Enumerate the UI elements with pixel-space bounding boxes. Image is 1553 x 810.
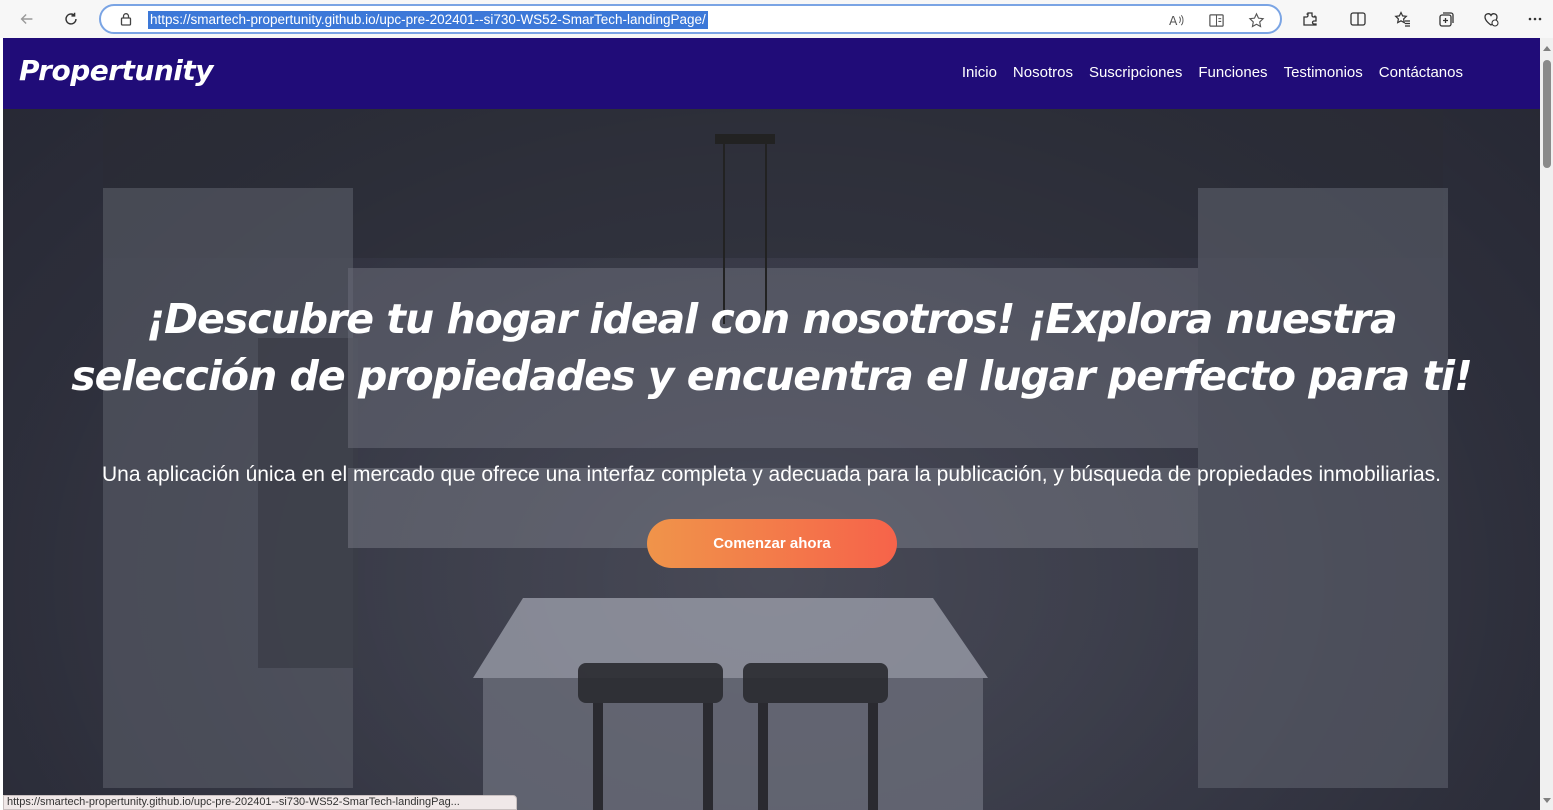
split-screen-button[interactable] (1348, 9, 1368, 29)
kitchen-background-image (3, 108, 1540, 810)
hero-subtitle: Una aplicación única en el mercado que o… (101, 463, 1442, 486)
svg-text:A: A (1168, 14, 1177, 28)
nav-link-nosotros[interactable]: Nosotros (1013, 64, 1073, 81)
site-navbar: Propertunity Inicio Nosotros Suscripcion… (3, 38, 1540, 109)
brand-logo[interactable]: Propertunity (19, 54, 214, 87)
read-aloud-button[interactable]: A (1167, 11, 1185, 29)
favorites-icon (1394, 11, 1410, 27)
more-button[interactable] (1525, 9, 1545, 29)
more-icon (1528, 17, 1542, 21)
refresh-icon (65, 12, 77, 25)
nav-link-testimonios[interactable]: Testimonios (1284, 64, 1363, 81)
hero-section: Propertunity Inicio Nosotros Suscripcion… (3, 38, 1540, 810)
scroll-thumb[interactable] (1543, 60, 1551, 168)
immersive-reader-icon (1208, 13, 1224, 27)
nav-link-contactanos[interactable]: Contáctanos (1379, 64, 1463, 81)
back-button[interactable] (11, 3, 43, 35)
copilot-icon (1484, 13, 1499, 27)
scroll-down-arrow[interactable] (1543, 798, 1551, 803)
nav-menu: Inicio Nosotros Suscripciones Funciones … (962, 64, 1463, 81)
page-viewport: Propertunity Inicio Nosotros Suscripcion… (3, 38, 1540, 810)
extensions-icon (1303, 12, 1317, 26)
collections-icon (1439, 12, 1454, 27)
copilot-button[interactable] (1481, 9, 1501, 29)
hero-title: ¡Descubre tu hogar ideal con nosotros! ¡… (71, 295, 1473, 400)
favorite-star-icon (1248, 12, 1264, 28)
scroll-up-arrow[interactable] (1543, 46, 1551, 51)
split-screen-icon (1350, 12, 1366, 26)
browser-toolbar: https://smartech-propertunity.github.io/… (0, 0, 1553, 38)
collections-button[interactable] (1437, 9, 1457, 29)
refresh-button[interactable] (55, 3, 87, 35)
extensions-button[interactable] (1300, 9, 1320, 29)
immersive-reader-button[interactable] (1207, 11, 1225, 29)
lock-icon[interactable] (119, 12, 133, 26)
address-bar[interactable]: https://smartech-propertunity.github.io/… (99, 4, 1282, 34)
nav-link-suscripciones[interactable]: Suscripciones (1089, 64, 1182, 81)
back-icon (20, 13, 33, 25)
url-text[interactable]: https://smartech-propertunity.github.io/… (148, 11, 708, 29)
nav-link-inicio[interactable]: Inicio (962, 64, 997, 81)
favorites-button[interactable] (1393, 9, 1413, 29)
page-scrollbar[interactable] (1540, 38, 1553, 810)
favorite-button[interactable] (1247, 11, 1265, 29)
read-aloud-icon: A (1168, 14, 1183, 28)
nav-link-funciones[interactable]: Funciones (1198, 64, 1267, 81)
link-status-bar: https://smartech-propertunity.github.io/… (3, 795, 517, 810)
start-now-button[interactable]: Comenzar ahora (647, 519, 897, 568)
